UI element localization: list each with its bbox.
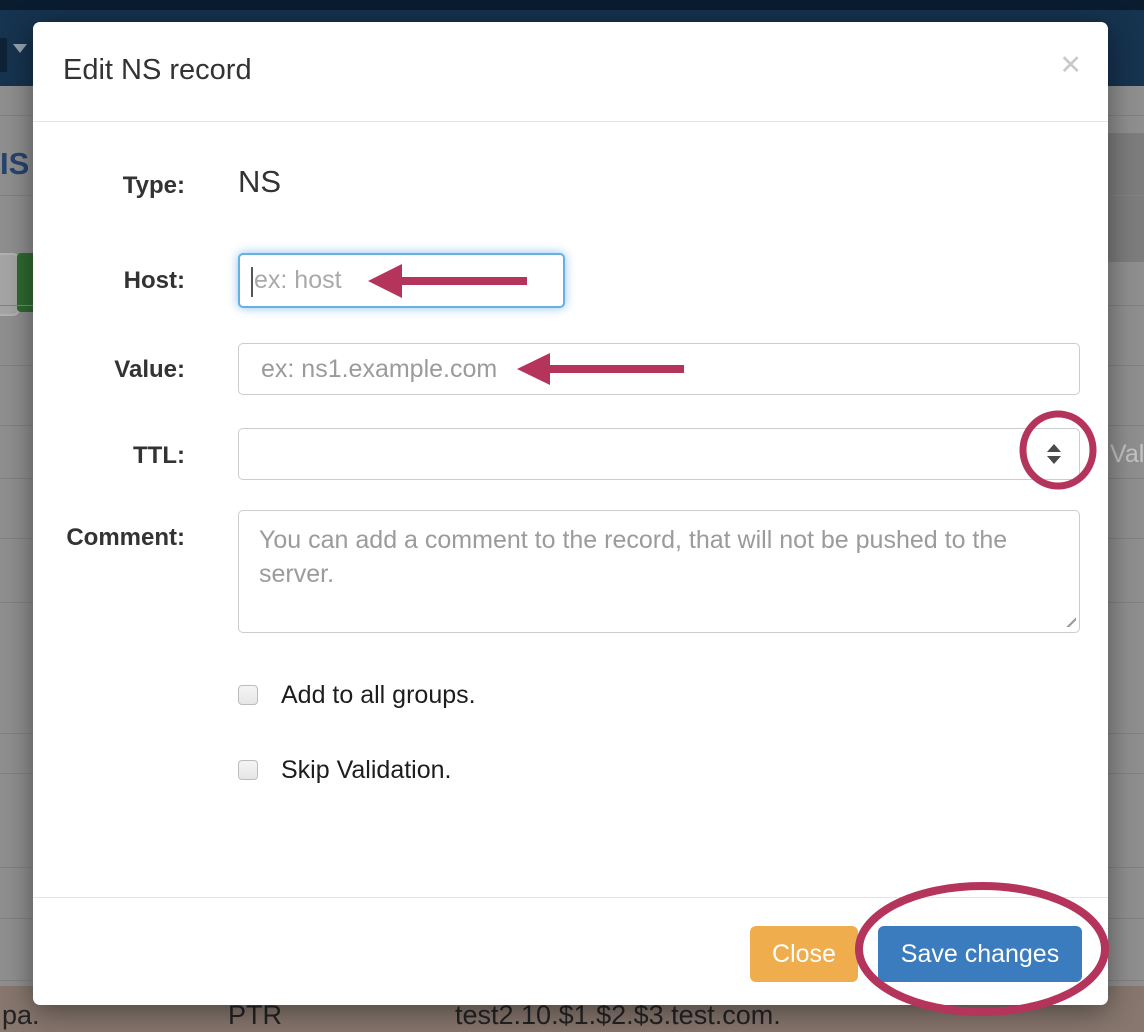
host-field-wrapper <box>238 253 565 308</box>
comment-label: Comment: <box>63 524 185 552</box>
select-spinner-icon <box>1047 444 1061 464</box>
close-button[interactable]: Close <box>750 926 858 982</box>
ttl-select[interactable] <box>238 428 1080 480</box>
background-table-header-partial: Valu <box>1110 440 1144 469</box>
dialog-title: Edit NS record <box>63 54 252 87</box>
navbar-logo-fragment <box>0 38 7 72</box>
skip-validation-checkbox[interactable] <box>238 760 258 780</box>
skip-validation-label: Skip Validation. <box>281 756 451 785</box>
value-field-wrapper <box>238 343 1080 395</box>
host-input[interactable] <box>240 255 563 306</box>
caret-down-icon <box>13 44 27 53</box>
close-icon[interactable]: ✕ <box>1059 52 1082 79</box>
host-label: Host: <box>63 267 185 295</box>
ttl-label: TTL: <box>63 442 185 470</box>
dialog-header: Edit NS record ✕ <box>33 22 1108 122</box>
value-label: Value: <box>63 356 185 384</box>
add-to-all-groups-checkbox[interactable] <box>238 685 258 705</box>
add-to-all-groups-label: Add to all groups. <box>281 681 476 710</box>
value-input[interactable] <box>239 344 1079 394</box>
screen: IS s Valu pa. PTR test2.10.$1.$2.$3.test… <box>0 0 1144 1032</box>
edit-ns-record-dialog: Edit NS record ✕ Type: NS Host: Value: T… <box>33 22 1108 1005</box>
text-cursor <box>251 267 253 297</box>
comment-textarea[interactable] <box>238 510 1080 633</box>
skip-validation-row: Skip Validation. <box>238 755 451 785</box>
dialog-footer: Close Save changes <box>33 897 1108 1005</box>
top-bar <box>0 0 1144 10</box>
type-value: NS <box>238 164 281 200</box>
save-changes-button[interactable]: Save changes <box>878 926 1082 982</box>
type-label: Type: <box>63 172 185 200</box>
add-to-all-groups-row: Add to all groups. <box>238 680 476 710</box>
